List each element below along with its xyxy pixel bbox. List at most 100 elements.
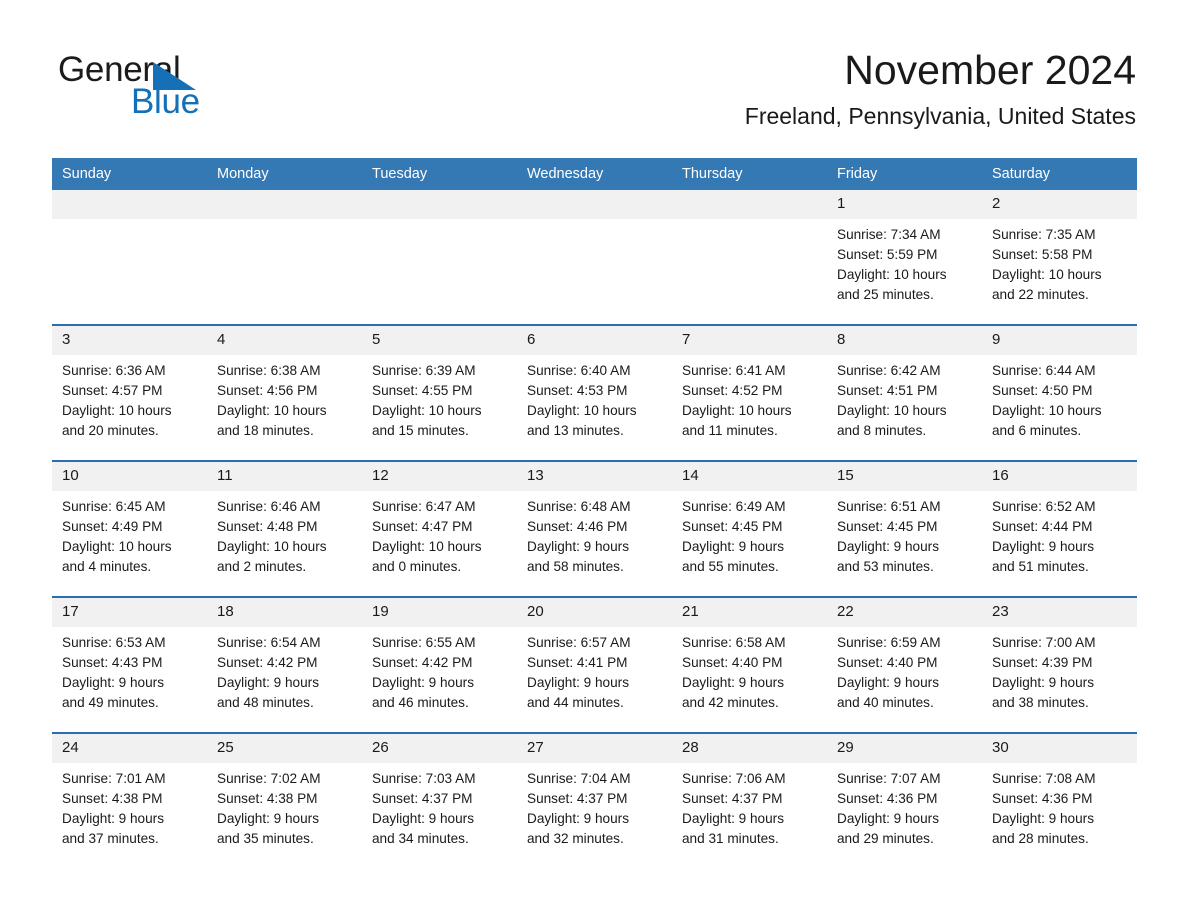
day-cell-inner: 21 Sunrise: 6:58 AM Sunset: 4:40 PM Dayligh… <box>672 598 827 732</box>
day-info-line: and 55 minutes. <box>682 559 779 574</box>
calendar-day-cell[interactable]: 13 Sunrise: 6:48 AM Sunset: 4:46 PM Dayligh… <box>517 461 672 597</box>
day-number: 24 <box>52 734 207 763</box>
calendar-day-cell[interactable]: 6 Sunrise: 6:40 AM Sunset: 4:53 PM Daylight… <box>517 325 672 461</box>
day-cell-inner: 14 Sunrise: 6:49 AM Sunset: 4:45 PM Dayligh… <box>672 462 827 596</box>
calendar-day-cell[interactable]: 12 Sunrise: 6:47 AM Sunset: 4:47 PM Dayligh… <box>362 461 517 597</box>
day-info-line: Daylight: 9 hours <box>217 675 320 690</box>
day-sun-info <box>52 219 207 225</box>
day-number <box>362 190 517 219</box>
day-info-line: Sunset: 4:43 PM <box>62 655 163 670</box>
calendar-day-cell[interactable]: 2 Sunrise: 7:35 AM Sunset: 5:58 PM Daylight… <box>982 190 1137 325</box>
day-info-line: Daylight: 9 hours <box>372 675 475 690</box>
calendar-day-cell[interactable]: 4 Sunrise: 6:38 AM Sunset: 4:56 PM Daylight… <box>207 325 362 461</box>
calendar-day-cell[interactable]: 16 Sunrise: 6:52 AM Sunset: 4:44 PM Dayligh… <box>982 461 1137 597</box>
calendar-week-row: 10 Sunrise: 6:45 AM Sunset: 4:49 PM Dayligh… <box>52 461 1137 597</box>
day-number: 6 <box>517 326 672 355</box>
day-info-line: Sunrise: 6:36 AM <box>62 363 166 378</box>
calendar-day-cell[interactable]: 24 Sunrise: 7:01 AM Sunset: 4:38 PM Dayligh… <box>52 733 207 868</box>
day-info-line: and 49 minutes. <box>62 695 159 710</box>
day-info-line: and 46 minutes. <box>372 695 469 710</box>
day-info-line: and 48 minutes. <box>217 695 314 710</box>
calendar-day-cell[interactable]: 9 Sunrise: 6:44 AM Sunset: 4:50 PM Daylight… <box>982 325 1137 461</box>
day-info-line: and 31 minutes. <box>682 831 779 846</box>
day-cell-inner: 13 Sunrise: 6:48 AM Sunset: 4:46 PM Dayligh… <box>517 462 672 596</box>
calendar-day-cell[interactable]: 7 Sunrise: 6:41 AM Sunset: 4:52 PM Daylight… <box>672 325 827 461</box>
day-info-line: Sunrise: 7:00 AM <box>992 635 1096 650</box>
day-cell-inner <box>517 190 672 324</box>
general-blue-logo[interactable]: General Blue <box>58 51 358 123</box>
day-info-line: Daylight: 9 hours <box>527 811 630 826</box>
calendar-day-cell[interactable]: 30 Sunrise: 7:08 AM Sunset: 4:36 PM Dayligh… <box>982 733 1137 868</box>
calendar-day-cell[interactable]: 11 Sunrise: 6:46 AM Sunset: 4:48 PM Dayligh… <box>207 461 362 597</box>
calendar-page: General Blue November 2024 Freeland, Pen… <box>0 0 1188 918</box>
day-sun-info: Sunrise: 7:35 AM Sunset: 5:58 PM Daylight:… <box>982 219 1137 305</box>
day-number: 27 <box>517 734 672 763</box>
calendar-day-cell[interactable]: 21 Sunrise: 6:58 AM Sunset: 4:40 PM Dayligh… <box>672 597 827 733</box>
calendar-day-cell[interactable]: 1 Sunrise: 7:34 AM Sunset: 5:59 PM Daylight… <box>827 190 982 325</box>
day-info-line: Daylight: 10 hours <box>217 539 327 554</box>
calendar-day-cell[interactable]: 19 Sunrise: 6:55 AM Sunset: 4:42 PM Dayligh… <box>362 597 517 733</box>
day-sun-info: Sunrise: 6:58 AM Sunset: 4:40 PM Daylight:… <box>672 627 827 713</box>
calendar-day-cell[interactable]: 14 Sunrise: 6:49 AM Sunset: 4:45 PM Dayligh… <box>672 461 827 597</box>
day-sun-info: Sunrise: 6:39 AM Sunset: 4:55 PM Daylight:… <box>362 355 517 441</box>
day-info-line: Daylight: 9 hours <box>837 539 940 554</box>
calendar-day-cell[interactable]: 23 Sunrise: 7:00 AM Sunset: 4:39 PM Dayligh… <box>982 597 1137 733</box>
day-number: 26 <box>362 734 517 763</box>
day-info-line: and 18 minutes. <box>217 423 314 438</box>
calendar-day-cell[interactable]: 10 Sunrise: 6:45 AM Sunset: 4:49 PM Dayligh… <box>52 461 207 597</box>
calendar-day-cell[interactable]: 8 Sunrise: 6:42 AM Sunset: 4:51 PM Daylight… <box>827 325 982 461</box>
calendar-day-cell[interactable]: 25 Sunrise: 7:02 AM Sunset: 4:38 PM Dayligh… <box>207 733 362 868</box>
day-info-line: Daylight: 9 hours <box>527 675 630 690</box>
day-info-line: Daylight: 10 hours <box>682 403 792 418</box>
calendar-day-cell[interactable]: 22 Sunrise: 6:59 AM Sunset: 4:40 PM Dayligh… <box>827 597 982 733</box>
calendar-day-cell[interactable]: 28 Sunrise: 7:06 AM Sunset: 4:37 PM Dayligh… <box>672 733 827 868</box>
day-info-line: and 20 minutes. <box>62 423 159 438</box>
day-info-line: Daylight: 9 hours <box>992 811 1095 826</box>
day-info-line: Daylight: 10 hours <box>217 403 327 418</box>
day-number: 4 <box>207 326 362 355</box>
day-info-line: Sunrise: 7:01 AM <box>62 771 166 786</box>
calendar-empty-cell <box>672 190 827 325</box>
day-number: 1 <box>827 190 982 219</box>
calendar-week-row: 17 Sunrise: 6:53 AM Sunset: 4:43 PM Dayligh… <box>52 597 1137 733</box>
calendar-empty-cell <box>52 190 207 325</box>
day-cell-inner: 25 Sunrise: 7:02 AM Sunset: 4:38 PM Dayligh… <box>207 734 362 868</box>
day-cell-inner: 5 Sunrise: 6:39 AM Sunset: 4:55 PM Daylight… <box>362 326 517 460</box>
day-cell-inner: 3 Sunrise: 6:36 AM Sunset: 4:57 PM Daylight… <box>52 326 207 460</box>
day-number: 11 <box>207 462 362 491</box>
day-sun-info: Sunrise: 6:38 AM Sunset: 4:56 PM Daylight:… <box>207 355 362 441</box>
day-number: 17 <box>52 598 207 627</box>
calendar-empty-cell <box>517 190 672 325</box>
weekday-header-wednesday: Wednesday <box>517 158 672 190</box>
day-sun-info: Sunrise: 6:41 AM Sunset: 4:52 PM Daylight:… <box>672 355 827 441</box>
calendar-body: 1 Sunrise: 7:34 AM Sunset: 5:59 PM Daylight… <box>52 190 1137 868</box>
day-info-line: Sunset: 4:45 PM <box>837 519 938 534</box>
day-info-line: Daylight: 10 hours <box>992 403 1102 418</box>
calendar-day-cell[interactable]: 20 Sunrise: 6:57 AM Sunset: 4:41 PM Dayligh… <box>517 597 672 733</box>
day-number: 21 <box>672 598 827 627</box>
calendar-day-cell[interactable]: 27 Sunrise: 7:04 AM Sunset: 4:37 PM Dayligh… <box>517 733 672 868</box>
calendar-day-cell[interactable]: 29 Sunrise: 7:07 AM Sunset: 4:36 PM Dayligh… <box>827 733 982 868</box>
day-cell-inner: 10 Sunrise: 6:45 AM Sunset: 4:49 PM Dayligh… <box>52 462 207 596</box>
day-sun-info: Sunrise: 6:46 AM Sunset: 4:48 PM Daylight:… <box>207 491 362 577</box>
calendar-day-cell[interactable]: 18 Sunrise: 6:54 AM Sunset: 4:42 PM Dayligh… <box>207 597 362 733</box>
day-cell-inner <box>362 190 517 324</box>
day-cell-inner: 1 Sunrise: 7:34 AM Sunset: 5:59 PM Daylight… <box>827 190 982 324</box>
day-cell-inner: 7 Sunrise: 6:41 AM Sunset: 4:52 PM Daylight… <box>672 326 827 460</box>
day-number: 7 <box>672 326 827 355</box>
calendar-day-cell[interactable]: 17 Sunrise: 6:53 AM Sunset: 4:43 PM Dayligh… <box>52 597 207 733</box>
day-info-line: Sunset: 4:37 PM <box>372 791 473 806</box>
calendar-day-cell[interactable]: 15 Sunrise: 6:51 AM Sunset: 4:45 PM Dayligh… <box>827 461 982 597</box>
day-info-line: Daylight: 9 hours <box>992 539 1095 554</box>
day-info-line: Sunset: 4:36 PM <box>837 791 938 806</box>
calendar-day-cell[interactable]: 3 Sunrise: 6:36 AM Sunset: 4:57 PM Daylight… <box>52 325 207 461</box>
calendar-day-cell[interactable]: 26 Sunrise: 7:03 AM Sunset: 4:37 PM Dayligh… <box>362 733 517 868</box>
day-info-line: Sunrise: 6:44 AM <box>992 363 1096 378</box>
weekday-header-sunday: Sunday <box>52 158 207 190</box>
calendar-day-cell[interactable]: 5 Sunrise: 6:39 AM Sunset: 4:55 PM Daylight… <box>362 325 517 461</box>
day-info-line: and 38 minutes. <box>992 695 1089 710</box>
day-info-line: and 15 minutes. <box>372 423 469 438</box>
day-info-line: and 22 minutes. <box>992 287 1089 302</box>
day-cell-inner: 15 Sunrise: 6:51 AM Sunset: 4:45 PM Dayligh… <box>827 462 982 596</box>
day-info-line: Sunset: 4:57 PM <box>62 383 163 398</box>
